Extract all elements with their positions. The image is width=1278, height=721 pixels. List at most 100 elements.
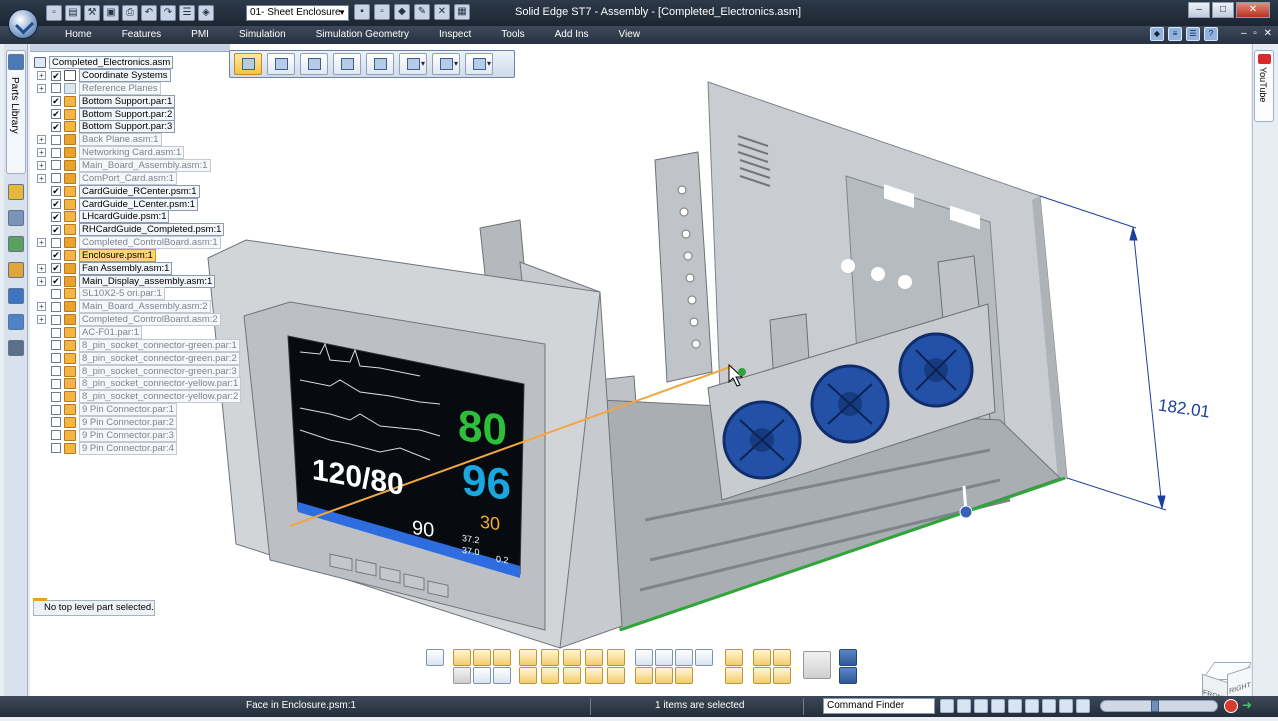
view-orient-icon[interactable] <box>1042 699 1056 713</box>
tab-inspect[interactable]: Inspect <box>424 26 486 44</box>
tree-item[interactable]: SL10X2-5 ori.par:1 <box>30 287 165 301</box>
snap-button[interactable] <box>465 53 493 75</box>
visibility-checkbox[interactable] <box>51 417 61 428</box>
parts-library-icon[interactable] <box>8 54 24 70</box>
stack-icon[interactable] <box>8 210 24 226</box>
visibility-checkbox[interactable] <box>51 404 61 415</box>
save-icon[interactable]: ▣ <box>103 5 119 21</box>
zoom-icon[interactable] <box>974 699 988 713</box>
tree-item[interactable]: 8_pin_socket_connector-green.par:2 <box>30 351 240 365</box>
view-tool-button[interactable] <box>607 649 625 666</box>
sketch-icon[interactable]: ✕ <box>434 4 450 20</box>
view-tool-button[interactable] <box>473 649 491 666</box>
tree-item[interactable]: 9 Pin Connector.par:1 <box>30 403 177 417</box>
tab-tools[interactable]: Tools <box>486 26 539 44</box>
view-tool-button[interactable] <box>753 667 771 684</box>
view-tool-button[interactable] <box>607 667 625 684</box>
tree-item[interactable]: ✔ Bottom Support.par:3 <box>30 120 176 134</box>
tree-item[interactable]: + Main_Board_Assembly.asm:1 <box>30 158 211 172</box>
copy-button[interactable] <box>267 53 295 75</box>
visibility-checkbox[interactable] <box>51 366 61 377</box>
tree-item[interactable]: + Main_Board_Assembly.asm:2 <box>30 300 211 314</box>
edit-button[interactable] <box>333 53 361 75</box>
print-icon[interactable]: ⎙ <box>122 5 138 21</box>
properties-icon[interactable]: ☰ <box>179 5 195 21</box>
visibility-checkbox[interactable]: ✔ <box>51 211 61 222</box>
command-finder-input[interactable]: Command Finder <box>823 698 935 714</box>
stop-icon[interactable] <box>1224 699 1238 713</box>
view-tool-button[interactable] <box>493 667 511 684</box>
list-icon[interactable]: ☰ <box>1186 27 1200 41</box>
sensor-icon[interactable] <box>8 236 24 252</box>
tree-item[interactable]: + Back Plane.asm:1 <box>30 133 162 147</box>
view-tool-button[interactable] <box>655 667 673 684</box>
expand-toggle[interactable]: + <box>37 135 46 145</box>
visibility-checkbox[interactable] <box>51 327 61 338</box>
expand-toggle[interactable]: + <box>37 263 46 273</box>
view-tool-button[interactable] <box>675 649 693 666</box>
document-window-controls[interactable]: – ▫ ✕ <box>1241 28 1274 39</box>
view-tool-button[interactable] <box>803 651 831 679</box>
tree-item[interactable]: 8_pin_socket_connector-yellow.par:1 <box>30 377 242 391</box>
visibility-checkbox[interactable] <box>51 314 61 325</box>
visibility-checkbox[interactable]: ✔ <box>51 276 61 287</box>
visibility-checkbox[interactable] <box>51 288 61 299</box>
view-tool-button[interactable] <box>635 649 653 666</box>
view-tool-button[interactable] <box>635 667 653 684</box>
visibility-checkbox[interactable]: ✔ <box>51 224 61 235</box>
maximize-button[interactable]: □ <box>1212 2 1234 18</box>
visibility-checkbox[interactable] <box>51 391 61 402</box>
redo-icon[interactable]: ↷ <box>160 5 176 21</box>
display-button[interactable] <box>432 53 460 75</box>
tree-item[interactable]: + Networking Card.asm:1 <box>30 146 185 160</box>
rotate-icon[interactable] <box>1008 699 1022 713</box>
gear-icon[interactable] <box>8 340 24 356</box>
visibility-checkbox[interactable]: ✔ <box>51 263 61 274</box>
view-tool-button[interactable] <box>453 649 471 666</box>
new-file-icon[interactable]: ▫ <box>46 5 62 21</box>
visibility-checkbox[interactable]: ✔ <box>51 109 61 120</box>
tab-simulation-geometry[interactable]: Simulation Geometry <box>301 26 424 44</box>
tree-item[interactable]: ✔ Enclosure.psm:1 <box>30 248 156 262</box>
teamcenter-icon[interactable] <box>8 288 24 304</box>
tree-item[interactable]: ✔ LHcardGuide.psm:1 <box>30 210 170 224</box>
properties-button[interactable] <box>366 53 394 75</box>
tab-features[interactable]: Features <box>107 26 176 44</box>
format-icon[interactable]: ≡ <box>1168 27 1182 41</box>
zoom-slider[interactable] <box>1100 700 1218 712</box>
tree-item[interactable]: + Completed_ControlBoard.asm:2 <box>30 313 221 327</box>
tree-item[interactable]: ✔ CardGuide_LCenter.psm:1 <box>30 197 199 211</box>
drafting-icon[interactable]: ✎ <box>414 4 430 20</box>
go-icon[interactable]: ➜ <box>1242 699 1256 713</box>
tree-item[interactable]: ✔ Bottom Support.par:2 <box>30 107 176 121</box>
fit-icon[interactable] <box>991 699 1005 713</box>
visibility-checkbox[interactable]: ✔ <box>51 186 61 197</box>
visibility-checkbox[interactable] <box>51 301 61 312</box>
tree-item[interactable]: + ComPort_Card.asm:1 <box>30 171 177 185</box>
tab-home[interactable]: Home <box>50 26 107 44</box>
expand-toggle[interactable]: + <box>37 302 46 312</box>
part-icon[interactable]: ▪ <box>354 4 370 20</box>
shading-icon[interactable] <box>1059 699 1073 713</box>
visibility-checkbox[interactable] <box>51 134 61 145</box>
view-tool-button[interactable] <box>839 649 857 666</box>
view-tool-button[interactable] <box>585 649 603 666</box>
view-tool-button[interactable] <box>695 649 713 666</box>
add-part-button[interactable] <box>300 53 328 75</box>
document-icon[interactable] <box>8 314 24 330</box>
tree-item[interactable]: 8_pin_socket_connector-green.par:1 <box>30 338 240 352</box>
tree-item[interactable]: ✔ CardGuide_RCenter.psm:1 <box>30 184 200 198</box>
layers-icon[interactable]: ◈ <box>198 5 214 21</box>
view-tool-button[interactable] <box>453 667 471 684</box>
expand-toggle[interactable]: + <box>37 160 46 170</box>
tree-item[interactable]: + ✔ Fan Assembly.asm:1 <box>30 261 173 275</box>
pan-icon[interactable] <box>940 699 954 713</box>
move-button[interactable] <box>399 53 427 75</box>
undo-icon[interactable]: ↶ <box>141 5 157 21</box>
view-tool-button[interactable] <box>519 667 537 684</box>
view-tool-button[interactable] <box>563 649 581 666</box>
visibility-checkbox[interactable] <box>51 173 61 184</box>
options-icon[interactable]: ◆ <box>1150 27 1164 41</box>
visibility-checkbox[interactable] <box>51 147 61 158</box>
help-icon[interactable]: ? <box>1204 27 1218 41</box>
